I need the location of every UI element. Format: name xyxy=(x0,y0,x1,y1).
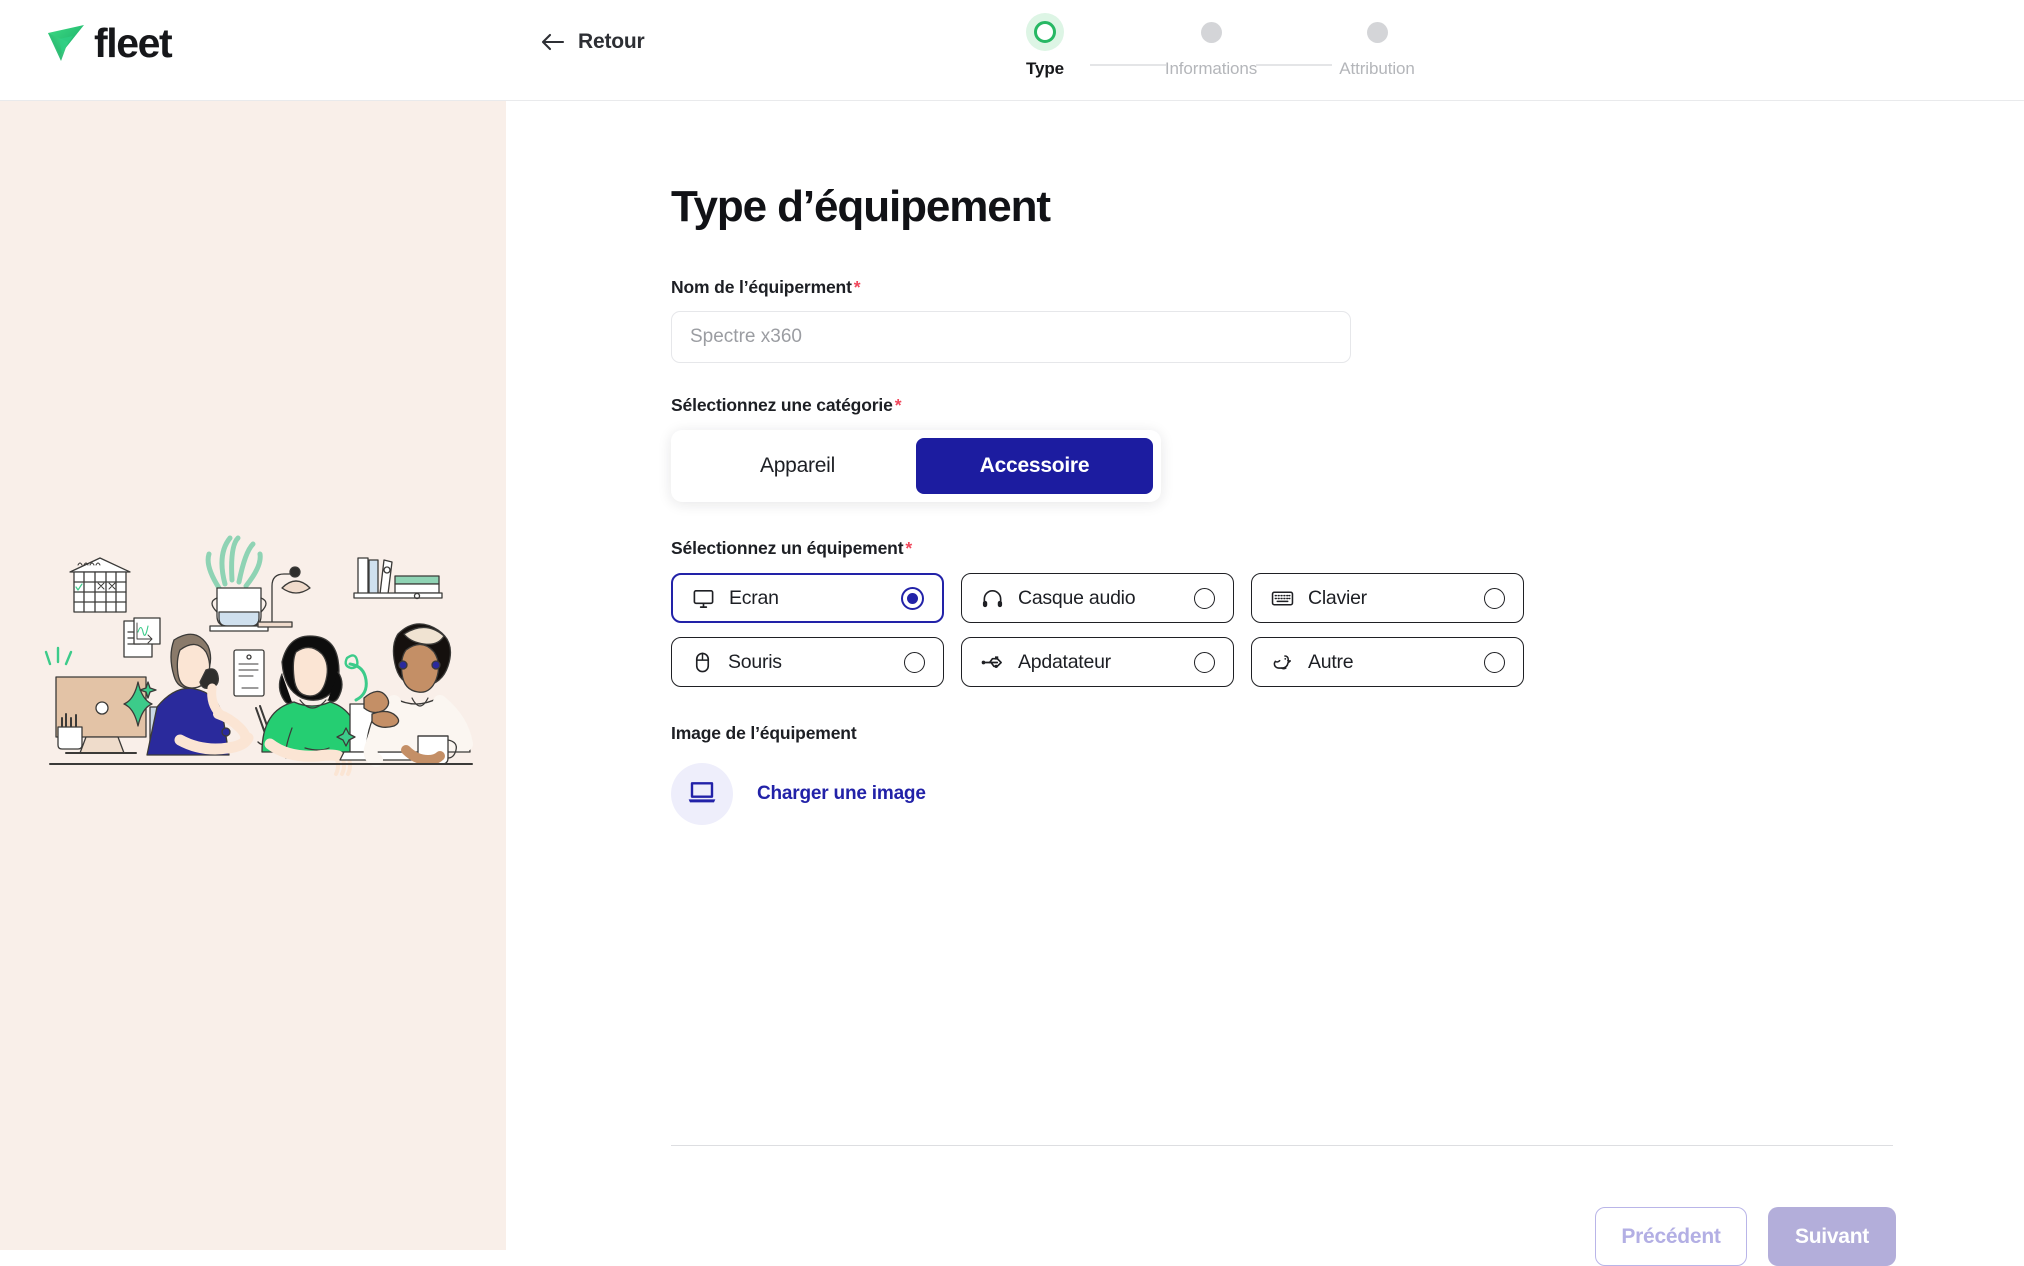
previous-button[interactable]: Précédent xyxy=(1595,1207,1747,1266)
equipment-radio-autre[interactable] xyxy=(1484,651,1505,673)
equipment-radio-ecran[interactable] xyxy=(901,586,924,610)
step-type[interactable]: Type xyxy=(1000,12,1090,79)
equipment-option-apdatateur-label: Apdatateur xyxy=(1018,650,1111,673)
image-group: Image de l’équipement Charger une image xyxy=(671,723,1896,826)
equipment-option-autre-label: Autre xyxy=(1308,650,1354,673)
equipment-option-autre[interactable]: Autre xyxy=(1251,637,1524,688)
step-informations-label: Informations xyxy=(1164,59,1258,78)
step-informations[interactable]: Informations xyxy=(1164,12,1258,79)
office-team-illustration-icon xyxy=(44,535,473,776)
name-field-group: Nom de l’équiperment * xyxy=(671,277,1896,364)
step-informations-indicator xyxy=(1200,12,1222,52)
monitor-icon xyxy=(692,587,715,610)
category-group: Sélectionnez une catégorie * Appareil Acc… xyxy=(671,395,1896,503)
step-connector-1 xyxy=(1090,64,1166,66)
step-type-indicator xyxy=(1026,12,1064,52)
equipment-option-casque-audio[interactable]: Casque audio xyxy=(961,573,1234,624)
fleet-arrow-logo-icon xyxy=(44,20,90,66)
step-attribution-indicator xyxy=(1366,12,1388,52)
page-title: Type d’équipement xyxy=(671,182,1051,231)
laptop-icon xyxy=(686,776,718,813)
equipment-option-ecran-label: Ecran xyxy=(729,586,779,609)
progress-stepper: Type Informations Attribution xyxy=(1000,12,1422,79)
step-attribution[interactable]: Attribution xyxy=(1332,12,1422,79)
mouse-icon xyxy=(691,651,714,674)
name-field-label-text: Nom de l’équiperment xyxy=(671,277,852,298)
upload-row: Charger une image xyxy=(671,763,1896,826)
category-label-text: Sélectionnez une catégorie xyxy=(671,395,893,416)
category-required-asterisk: * xyxy=(894,395,902,416)
back-button-label: Retour xyxy=(578,30,645,53)
equipment-label: Sélectionnez un équipement * xyxy=(671,538,1896,559)
equipment-radio-apdatateur[interactable] xyxy=(1194,651,1215,673)
equipment-option-clavier-label: Clavier xyxy=(1308,586,1367,609)
image-label: Image de l’équipement xyxy=(671,723,857,744)
equipment-options-grid: Ecran Casque audio Clavier Souris Apdata… xyxy=(671,573,1896,688)
keyboard-icon xyxy=(1271,587,1294,610)
equipment-option-apdatateur[interactable]: Apdatateur xyxy=(961,637,1234,688)
equipment-name-input[interactable] xyxy=(671,311,1351,364)
equipment-group: Sélectionnez un équipement * Ecran Casqu… xyxy=(671,538,1896,688)
category-option-appareil[interactable]: Appareil xyxy=(679,438,916,494)
equipment-option-ecran[interactable]: Ecran xyxy=(671,573,944,624)
name-required-asterisk: * xyxy=(853,277,861,298)
brand-name: fleet xyxy=(94,19,173,66)
name-field-label: Nom de l’équiperment * xyxy=(671,277,1896,298)
equipment-label-text: Sélectionnez un équipement xyxy=(671,538,904,559)
upload-image-link[interactable]: Charger une image xyxy=(757,783,926,805)
arrow-left-icon xyxy=(540,32,565,52)
category-option-accessoire[interactable]: Accessoire xyxy=(916,438,1153,495)
equipment-option-casque-audio-label: Casque audio xyxy=(1018,586,1136,609)
brand-logo[interactable]: fleet xyxy=(44,19,173,66)
illustration-panel xyxy=(0,101,506,1250)
equipment-required-asterisk: * xyxy=(905,538,913,559)
next-button[interactable]: Suivant xyxy=(1768,1207,1896,1266)
form-container: Type d’équipement Nom de l’équiperment * … xyxy=(671,182,1896,826)
top-bar: fleet Retour Type Informations Attributi… xyxy=(0,0,2024,101)
duck-icon xyxy=(1271,651,1294,674)
category-segmented-control: Appareil Accessoire xyxy=(671,430,1161,503)
category-label: Sélectionnez une catégorie * xyxy=(671,395,1896,416)
upload-image-button[interactable] xyxy=(671,763,733,826)
usb-icon xyxy=(981,651,1004,674)
step-connector-2 xyxy=(1256,64,1332,66)
footer-divider xyxy=(671,1145,1893,1146)
headphones-icon xyxy=(981,587,1004,610)
main-content: Type d’équipement Nom de l’équiperment * … xyxy=(506,101,2024,1266)
equipment-option-souris[interactable]: Souris xyxy=(671,637,944,688)
footer-actions: Précédent Suivant xyxy=(1595,1207,1896,1266)
equipment-radio-clavier[interactable] xyxy=(1484,587,1505,609)
equipment-option-souris-label: Souris xyxy=(728,650,782,673)
equipment-radio-casque-audio[interactable] xyxy=(1194,587,1215,609)
equipment-option-clavier[interactable]: Clavier xyxy=(1251,573,1524,624)
step-attribution-label: Attribution xyxy=(1339,59,1415,78)
equipment-radio-souris[interactable] xyxy=(904,651,925,673)
step-type-label: Type xyxy=(1025,59,1065,78)
back-button[interactable]: Retour xyxy=(540,30,645,54)
